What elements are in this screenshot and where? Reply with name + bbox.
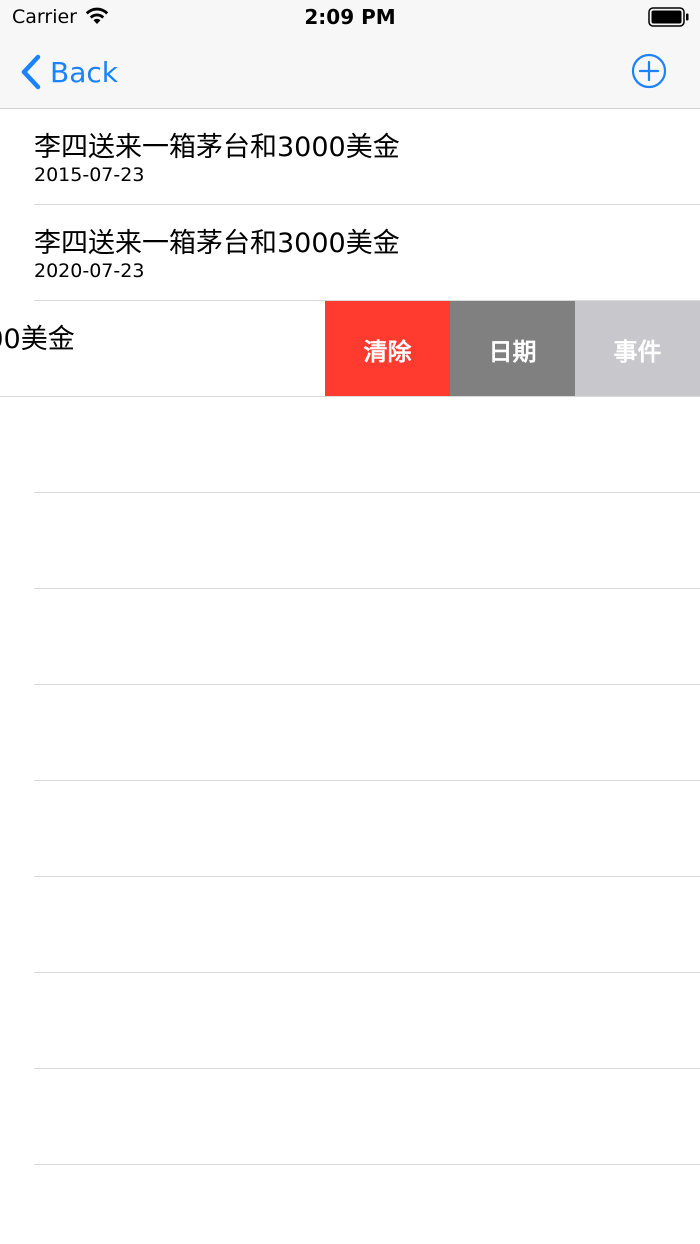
empty-row (0, 877, 700, 973)
battery-icon (648, 7, 689, 27)
empty-row (0, 493, 700, 589)
event-action-button[interactable]: 事件 (575, 301, 700, 397)
chevron-left-icon (21, 54, 41, 90)
empty-row (0, 685, 700, 781)
date-action-button[interactable]: 日期 (450, 301, 575, 397)
empty-row (0, 1069, 700, 1165)
list-item-content: 李四送来一箱茅台和3000美金 2020-07-23 (34, 205, 700, 301)
list-item[interactable]: 李四送来一箱茅台和3000美金 2015-07-23 (0, 109, 700, 205)
list-item-date: 2015-07-23 (34, 164, 145, 186)
row-separator (34, 1164, 700, 1165)
navigation-bar: Back (0, 38, 700, 109)
add-circle-icon[interactable] (630, 52, 668, 90)
list-item[interactable]: 李四送来一箱茅台和3000美金 2020-07-23 (0, 205, 700, 301)
screen: Carrier 2:09 PM Back 李四送来一箱茅台和3000美金 201… (0, 0, 700, 1244)
swipe-actions: 清除 日期 事件 (325, 301, 700, 397)
list-item-swiped[interactable]: 李四送来一箱茅台和3000美金 清除 日期 事件 (0, 301, 700, 397)
list-item-date: 2020-07-23 (34, 260, 145, 282)
empty-row (0, 973, 700, 1069)
events-list: 李四送来一箱茅台和3000美金 2015-07-23 李四送来一箱茅台和3000… (0, 109, 700, 1165)
list-item-title: 李四送来一箱茅台和3000美金 (34, 228, 400, 259)
back-button[interactable]: Back (18, 52, 118, 92)
status-time: 2:09 PM (304, 5, 396, 29)
status-bar: Carrier 2:09 PM (0, 0, 700, 38)
empty-row (0, 397, 700, 493)
list-item-title: 李四送来一箱茅台和3000美金 (0, 324, 75, 355)
empty-row (0, 781, 700, 877)
empty-row (0, 589, 700, 685)
back-label: Back (50, 55, 118, 89)
clear-action-button[interactable]: 清除 (325, 301, 450, 397)
list-item-title: 李四送来一箱茅台和3000美金 (34, 132, 400, 163)
list-item-content: 李四送来一箱茅台和3000美金 2015-07-23 (34, 109, 700, 205)
